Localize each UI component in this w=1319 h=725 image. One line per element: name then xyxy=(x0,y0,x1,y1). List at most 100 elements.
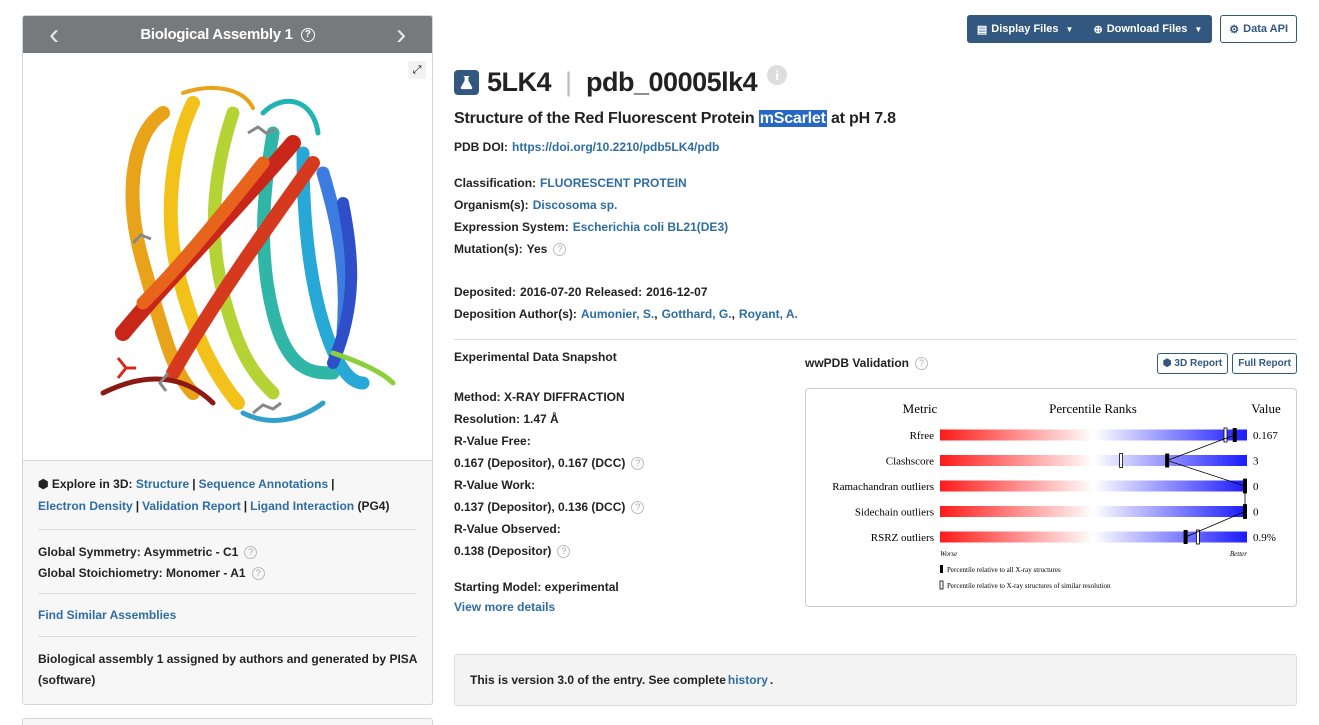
protein-cartoon-image xyxy=(100,86,396,423)
help-icon[interactable]: ? xyxy=(244,546,258,560)
symmetry-value: Asymmetric - C1 xyxy=(143,545,239,559)
symmetry-section: Global Symmetry: Asymmetric - C1? Global… xyxy=(23,530,432,584)
authors-line: Deposition Author(s): Aumonier, S., Gott… xyxy=(454,307,798,321)
classification-line: Classification: FLUORESCENT PROTEIN xyxy=(454,172,1297,194)
mutation-line: Mutation(s): Yes ? xyxy=(454,238,1297,260)
author-link[interactable]: Royant, A. xyxy=(739,307,798,321)
entry-main: 5LK4 | pdb_00005lk4 i Structure of the R… xyxy=(454,62,1297,706)
released-label: Released: xyxy=(585,285,643,299)
rwork-line: 0.137 (Depositor), 0.136 (DCC)? xyxy=(454,496,784,518)
sequence-annotations-link[interactable]: Sequence Annotations xyxy=(199,477,329,491)
cube-icon: ⬢ xyxy=(1162,357,1172,369)
full-report-label: Full Report xyxy=(1238,357,1291,369)
classification-link[interactable]: FLUORESCENT PROTEIN xyxy=(540,176,687,190)
similar-resolution-marker xyxy=(1119,453,1124,468)
data-api-label: Data API xyxy=(1243,23,1288,35)
structure-link[interactable]: Structure xyxy=(136,477,189,491)
download-files-button[interactable]: ⊕ Download Files ▼ xyxy=(1083,15,1212,43)
classification-label: Classification: xyxy=(454,176,537,190)
metric-value: 3 xyxy=(1253,456,1259,468)
expression-system-line: Expression System: Escherichia coli BL21… xyxy=(454,216,1297,238)
doi-label: PDB DOI: xyxy=(454,140,508,154)
file-button-group: ▤ Display Files ▼ ⊕ Download Files ▼ xyxy=(966,15,1213,43)
worse-label: Worse xyxy=(940,550,957,558)
metric-label: Clashscore xyxy=(886,456,934,468)
authors-label: Deposition Author(s): xyxy=(454,307,577,321)
structure-viewer[interactable]: ⤢ xyxy=(23,53,432,461)
title-text: Structure of the Red Fluorescent Protein xyxy=(454,110,759,127)
metric-value: 0.167 xyxy=(1253,430,1278,442)
metric-label: Ramachandran outliers xyxy=(832,481,934,493)
cube-icon: ⬢ xyxy=(38,477,49,491)
validation-slider-graphic[interactable]: Metric Percentile Ranks Value Rfree 0.167… xyxy=(805,388,1297,607)
percentile-bar xyxy=(940,429,1247,441)
help-icon[interactable]: ? xyxy=(631,500,645,514)
help-icon[interactable]: ? xyxy=(915,356,929,370)
3d-report-label: 3D Report xyxy=(1174,357,1223,369)
full-report-button[interactable]: Full Report xyxy=(1232,352,1297,374)
expression-system-link[interactable]: Escherichia coli BL21(DE3) xyxy=(573,220,728,234)
flask-icon xyxy=(454,69,479,95)
explore-section: ⬢ Explore in 3D: Structure | Sequence Anno… xyxy=(38,477,390,513)
help-icon[interactable]: ? xyxy=(631,456,645,470)
mutation-value: Yes xyxy=(526,242,548,256)
next-assembly-button[interactable]: › xyxy=(382,16,420,53)
display-files-label: Display Files xyxy=(991,23,1059,35)
prev-assembly-button[interactable]: ‹ xyxy=(35,16,73,53)
find-similar-assemblies-link[interactable]: Find Similar Assemblies xyxy=(38,608,176,622)
display-files-button[interactable]: ▤ Display Files ▼ xyxy=(967,15,1084,43)
metric-label: RSRZ outliers xyxy=(871,532,934,544)
metric-label: Sidechain outliers xyxy=(855,507,934,519)
structure-title: Structure of the Red Fluorescent Protein… xyxy=(454,110,1297,128)
explore-label: Explore in 3D: xyxy=(51,477,133,491)
metric-value: 0.9% xyxy=(1253,532,1276,544)
gear-icon: ⚙ xyxy=(1229,23,1240,36)
organism-link[interactable]: Discosoma sp. xyxy=(533,198,618,212)
version-notice: This is version 3.0 of the entry. See co… xyxy=(454,654,1297,706)
released-date: 2016-12-07 xyxy=(646,285,708,299)
organism-label: Organism(s): xyxy=(454,198,529,212)
download-files-label: Download Files xyxy=(1106,23,1188,35)
validation-report-link[interactable]: Validation Report xyxy=(142,499,241,513)
metric-header: Metric xyxy=(903,401,938,416)
history-link[interactable]: history xyxy=(728,673,768,687)
mutation-label: Mutation(s): xyxy=(454,242,523,256)
divider xyxy=(454,339,1297,340)
percentile-bar xyxy=(940,480,1247,492)
all-structures-marker xyxy=(1183,530,1188,544)
view-more-details-link[interactable]: View more details xyxy=(454,600,555,614)
rwork-label: R-Value Work: xyxy=(454,478,536,492)
caret-down-icon: ▼ xyxy=(1194,24,1203,34)
3d-report-button[interactable]: ⬢ 3D Report xyxy=(1156,352,1229,374)
validation-title-text: wwPDB Validation xyxy=(805,356,910,370)
metric-label: Rfree xyxy=(910,430,935,442)
electron-density-link[interactable]: Electron Density xyxy=(38,499,133,513)
legend-filled-marker xyxy=(940,565,943,573)
rfree-line: 0.167 (Depositor), 0.167 (DCC)? xyxy=(454,452,784,474)
robs-line: 0.138 (Depositor)? xyxy=(454,540,784,562)
validation-title: wwPDB Validation ? xyxy=(805,356,929,370)
doi-line: PDB DOI: https://doi.org/10.2210/pdb5LK4… xyxy=(454,136,1297,158)
validation-section: wwPDB Validation ? ⬢ 3D Report Full Repor… xyxy=(805,350,1297,607)
rfree-value: 0.167 (Depositor), 0.167 (DCC) xyxy=(454,456,626,470)
resolution-line: Resolution: 1.47 Å xyxy=(454,412,559,426)
doi-link[interactable]: https://doi.org/10.2210/pdb5LK4/pdb xyxy=(512,140,719,154)
ligand-code: (PG4) xyxy=(357,499,390,513)
help-icon[interactable]: ? xyxy=(557,544,571,558)
ligand-interaction-link[interactable]: Ligand Interaction xyxy=(250,499,354,513)
help-icon[interactable]: ? xyxy=(300,27,315,42)
robs-label: R-Value Observed: xyxy=(454,522,561,536)
author-link[interactable]: Aumonier, S. xyxy=(581,307,654,321)
metric-value: 0 xyxy=(1253,481,1259,493)
help-icon[interactable]: ? xyxy=(553,242,567,256)
expand-icon[interactable]: ⤢ xyxy=(408,61,426,79)
validation-header: wwPDB Validation ? ⬢ 3D Report Full Repor… xyxy=(805,350,1297,376)
entry-title-row: 5LK4 | pdb_00005lk4 i xyxy=(454,62,1297,102)
rwork-value: 0.137 (Depositor), 0.136 (DCC) xyxy=(454,500,626,514)
robs-value: 0.138 (Depositor) xyxy=(454,544,552,558)
info-icon[interactable]: i xyxy=(767,65,788,85)
rfree-label: R-Value Free: xyxy=(454,434,531,448)
author-link[interactable]: Gotthard, G. xyxy=(662,307,732,321)
help-icon[interactable]: ? xyxy=(251,567,265,581)
data-api-button[interactable]: ⚙ Data API xyxy=(1220,15,1297,43)
